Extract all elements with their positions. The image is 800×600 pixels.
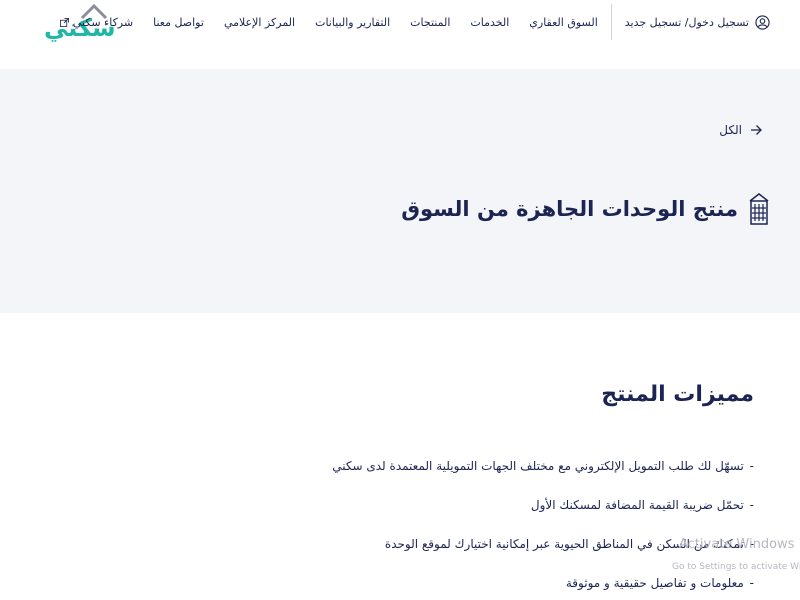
- arrow-right-icon: [751, 125, 762, 135]
- login-register-link[interactable]: تسجيل دخول/ تسجيل جديد: [624, 14, 770, 30]
- feature-text: تسهّل لك طلب التمويل الإلكتروني مع مختلف…: [332, 459, 744, 473]
- bullet-dash: -: [749, 498, 754, 512]
- site-header: سكني تسجيل دخول/ تسجيل جديد السوق العقار…: [0, 0, 800, 69]
- watermark-line-2: Go to Settings to activate Windows.: [672, 562, 800, 572]
- login-label: تسجيل دخول/ تسجيل جديد: [624, 15, 749, 29]
- list-item: - تحمّل ضريبة القيمة المضافة لمسكنك الأو…: [332, 496, 754, 535]
- nav-item-media-center[interactable]: المركز الإعلامي: [224, 16, 295, 29]
- nav-label: السوق العقاري: [529, 15, 598, 29]
- external-link-icon: [59, 17, 69, 27]
- nav-label: تواصل معنا: [153, 15, 204, 29]
- bullet-dash: -: [749, 459, 754, 473]
- nav-label: المنتجات: [410, 15, 451, 29]
- features-list: - تسهّل لك طلب التمويل الإلكتروني مع مخت…: [332, 457, 754, 600]
- nav-item-reports[interactable]: التقارير والبيانات: [315, 16, 390, 29]
- nav-item-partners[interactable]: شركاء سكني: [59, 15, 134, 29]
- breadcrumb-back-link[interactable]: الكل: [719, 123, 762, 137]
- watermark-line-1: Activate Windows: [679, 537, 795, 552]
- bullet-dash: -: [749, 576, 754, 590]
- features-heading: مميزات المنتج: [601, 382, 754, 407]
- hero-section: الكل منتج الوحدات الجاهزة من السوق: [0, 69, 800, 313]
- nav-label: المركز الإعلامي: [223, 15, 296, 29]
- feature-text: تحمّل ضريبة القيمة المضافة لمسكنك الأول: [530, 498, 744, 512]
- nav-label: التقارير والبيانات: [315, 15, 391, 29]
- nav-item-real-estate-market[interactable]: السوق العقاري: [529, 16, 598, 29]
- main-nav: تسجيل دخول/ تسجيل جديد السوق العقاري الخ…: [59, 0, 770, 44]
- building-icon: [749, 193, 769, 225]
- list-item: - معلومات و تفاصيل حقيقية و موثوقة: [332, 574, 754, 600]
- nav-item-services[interactable]: الخدمات: [470, 16, 509, 29]
- nav-label: شركاء سكني: [72, 15, 134, 29]
- list-item: - تسهّل لك طلب التمويل الإلكتروني مع مخت…: [332, 457, 754, 496]
- nav-label: الخدمات: [470, 15, 510, 29]
- nav-divider: [610, 4, 612, 40]
- breadcrumb-label: الكل: [719, 123, 742, 137]
- user-icon: [755, 14, 770, 30]
- nav-item-contact[interactable]: تواصل معنا: [153, 16, 204, 29]
- feature-text: معلومات و تفاصيل حقيقية و موثوقة: [565, 576, 744, 590]
- windows-activation-watermark: Activate Windows Go to Settings to activ…: [672, 538, 800, 574]
- page-title-row: منتج الوحدات الجاهزة من السوق: [401, 193, 770, 225]
- nav-item-products[interactable]: المنتجات: [410, 16, 450, 29]
- page-title: منتج الوحدات الجاهزة من السوق: [401, 197, 738, 221]
